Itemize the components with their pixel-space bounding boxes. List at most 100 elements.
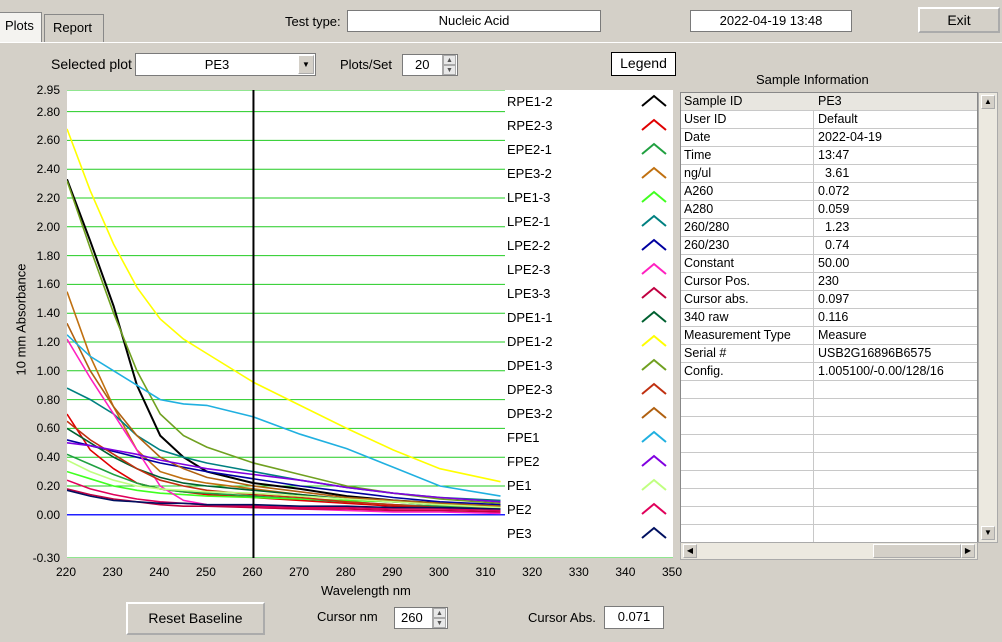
legend-swatch-icon [637,522,671,546]
legend-swatch-icon [637,354,671,378]
row-key: 260/230 [684,238,730,252]
y-tick-label: 2.20 [36,191,60,205]
scroll-up-icon[interactable]: ▲ [981,95,995,109]
legend-swatch-icon [637,114,671,138]
x-tick-label: 290 [382,565,403,579]
legend-entry[interactable]: PE1 [505,474,637,498]
table-row: A260 0.072 [681,183,977,201]
y-tick-label: -0.30 [32,551,60,565]
table-row: Cursor Pos. 230 [681,273,977,291]
stepper-down-icon[interactable]: ▼ [443,65,456,75]
legend-entry[interactable]: DPE2-3 [505,378,637,402]
table-row: Config. 1.005100/-0.00/128/16 [681,363,977,381]
legend-swatch-icon [637,186,671,210]
legend-entry[interactable]: EPE2-1 [505,138,637,162]
cursor-nm-value: 260 [401,610,423,625]
stepper-down-icon[interactable]: ▼ [433,618,446,628]
stepper-up-icon[interactable]: ▲ [433,608,446,618]
x-tick-label: 240 [149,565,170,579]
scroll-thumb[interactable] [873,544,961,558]
x-tick-label: 350 [662,565,683,579]
exit-button[interactable]: Exit [918,7,1000,33]
scroll-left-icon[interactable]: ◀ [683,544,697,558]
y-tick-label: 2.95 [36,83,60,97]
legend-entry[interactable]: LPE2-1 [505,210,637,234]
table-row [681,399,977,417]
x-tick-label: 340 [615,565,636,579]
legend-entry[interactable]: LPE2-2 [505,234,637,258]
row-key: User ID [684,112,727,126]
row-key: Cursor abs. [684,292,749,306]
legend-entry[interactable]: FPE1 [505,426,637,450]
cursor-abs-label: Cursor Abs. [528,610,596,625]
chevron-down-icon[interactable]: ▼ [298,55,314,74]
row-value: 13:47 [818,148,850,162]
legend-entry[interactable]: PE2 [505,498,637,522]
legend-entry[interactable]: PE3 [505,522,637,546]
plots-per-set-stepper[interactable]: ▲ ▼ [442,55,456,75]
legend-entry[interactable]: DPE1-2 [505,330,637,354]
row-value: 0.116 [818,310,849,324]
table-row: Constant 50.00 [681,255,977,273]
row-value: PE3 [818,94,842,108]
cursor-nm-stepper[interactable]: ▲ ▼ [432,608,446,628]
table-row [681,525,977,542]
x-tick-label: 330 [568,565,589,579]
selected-plot-select[interactable]: PE3 ▼ [135,53,316,76]
tab-report[interactable]: Report [44,14,104,42]
legend-entry[interactable]: DPE3-2 [505,402,637,426]
row-key: Serial # [684,346,727,360]
legend-swatch-icon [637,162,671,186]
vertical-scrollbar[interactable]: ▲ ▼ [978,92,998,543]
x-tick-label: 300 [428,565,449,579]
datetime-field: 2022-04-19 13:48 [690,10,852,32]
legend-swatch-icon [637,450,671,474]
tab-plots[interactable]: Plots [0,12,42,42]
scroll-right-icon[interactable]: ▶ [961,544,975,558]
y-tick-label: 0.60 [36,421,60,436]
legend-entry[interactable]: DPE1-1 [505,306,637,330]
legend-entry[interactable]: EPE3-2 [505,162,637,186]
legend-entry[interactable]: RPE2-3 [505,114,637,138]
table-row: A280 0.059 [681,201,977,219]
legend-entry[interactable]: DPE1-3 [505,354,637,378]
table-row [681,417,977,435]
row-key: ng/ul [684,166,712,180]
y-axis-label: 10 mm Absorbance [13,263,29,376]
x-tick-label: 230 [102,565,123,579]
legend-swatch-icon [637,426,671,450]
x-tick-label: 220 [56,565,77,579]
x-tick-label: 260 [242,565,263,579]
stepper-up-icon[interactable]: ▲ [443,55,456,65]
test-type-field: Nucleic Acid [347,10,601,32]
y-tick-label: 1.20 [36,335,60,349]
legend-entry[interactable]: LPE1-3 [505,186,637,210]
row-value: 1.005100/-0.00/128/16 [818,364,944,378]
reset-baseline-button[interactable]: Reset Baseline [126,602,265,635]
legend-entry[interactable]: LPE3-3 [505,282,637,306]
legend-swatch-icon [637,210,671,234]
row-key: Time [684,148,712,162]
x-tick-label: 280 [335,565,356,579]
cursor-abs-field: 0.071 [604,606,664,629]
legend-button[interactable]: Legend [611,52,676,76]
legend-swatch-icon [637,402,671,426]
legend-entry[interactable]: LPE2-3 [505,258,637,282]
horizontal-scrollbar[interactable]: ◀ ▶ [680,542,978,560]
test-type-label: Test type: [285,14,341,29]
x-tick-label: 310 [475,565,496,579]
selected-plot-label: Selected plot [51,56,132,72]
scroll-down-icon[interactable]: ▼ [981,526,995,540]
legend-entry[interactable]: FPE2 [505,450,637,474]
row-value: 0.059 [818,202,850,216]
row-value: 0.097 [818,292,850,306]
legend-entry[interactable]: RPE1-2 [505,90,637,114]
table-row [681,471,977,489]
table-row: 260/230 0.74 [681,237,977,255]
table-row [681,507,977,525]
legend-swatch-icon [637,498,671,522]
row-value: 0.072 [818,184,850,198]
row-key: A260 [684,184,714,198]
sample-info-table: Sample ID PE3 User ID Default Date 2022-04-19… [680,92,978,543]
y-tick-label: 2.40 [36,162,60,177]
